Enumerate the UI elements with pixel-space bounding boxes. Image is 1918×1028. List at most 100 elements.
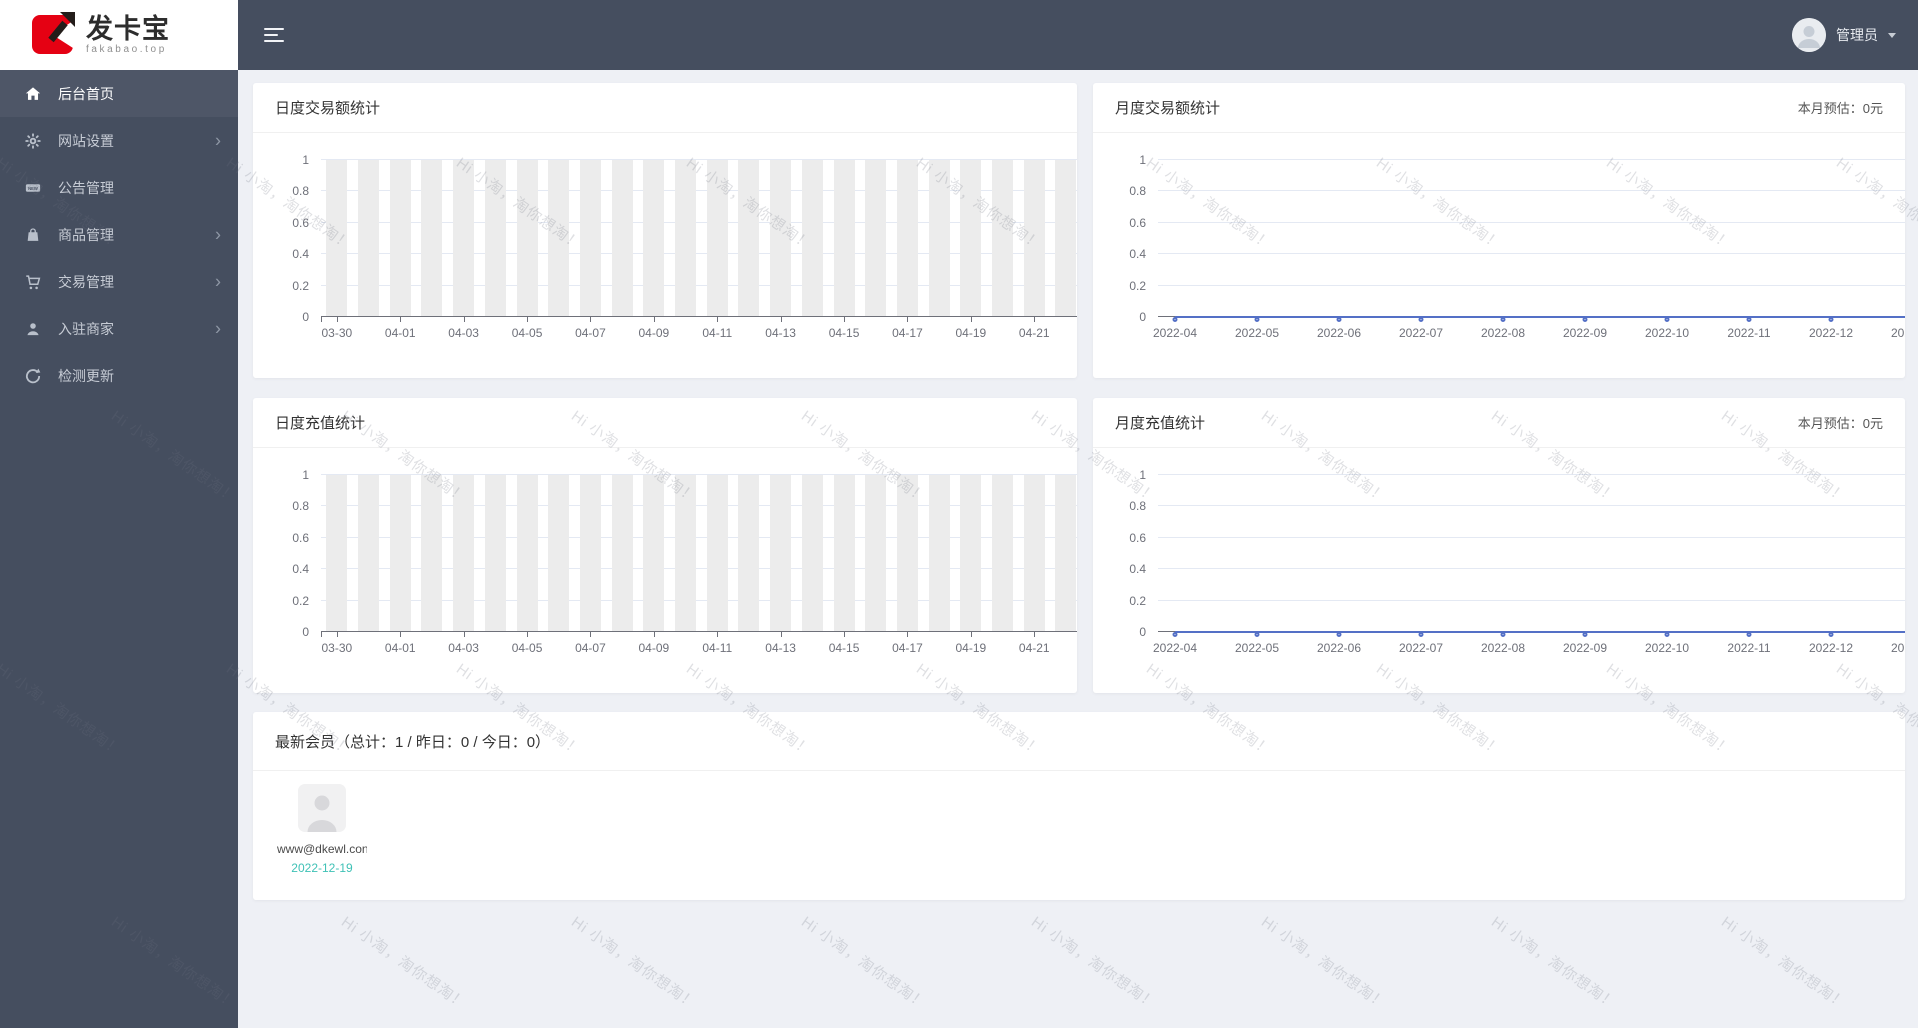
daily-transactions-chart: 0 0.2 0.4 0.6 0.8 1 03-30 04-01 04-03 04-05 04-07 0… — [253, 133, 1077, 378]
x-axis-label: 2023-01 — [1890, 641, 1905, 655]
x-axis-label: 2022-06 — [1316, 641, 1362, 655]
chevron-right-icon: › — [215, 270, 221, 291]
sidebar-item-5[interactable]: 交易管理 › — [0, 258, 238, 305]
bar — [801, 475, 823, 631]
y-axis-label: 1 — [1139, 153, 1146, 167]
cart-icon — [23, 272, 43, 292]
bar — [579, 475, 601, 631]
sidebar-item-label: 检测更新 — [58, 367, 114, 384]
x-axis-label: 04-17 — [892, 326, 923, 340]
sidebar-item-label: 网站设置 — [58, 132, 114, 149]
panel-title: 日度交易额统计 — [275, 100, 381, 117]
sidebar-item-4[interactable]: 商品管理 › — [0, 211, 238, 258]
sidebar-item-3[interactable]: NEW 公告管理 — [0, 164, 238, 211]
y-axis-label: 0.4 — [292, 247, 309, 262]
y-axis-label: 0.6 — [1129, 215, 1146, 230]
y-axis-label: 0.2 — [292, 278, 309, 293]
sidebar-item-2[interactable]: 网站设置 › — [0, 117, 238, 164]
x-axis-label: 04-01 — [384, 326, 416, 340]
x-axis-tick — [400, 632, 402, 637]
data-point-marker — [1254, 316, 1260, 322]
bar — [738, 475, 760, 631]
x-axis-label: 2022-07 — [1398, 641, 1444, 655]
gridline — [1158, 474, 1905, 475]
data-point-marker — [1172, 631, 1178, 637]
x-axis-line — [321, 316, 1077, 317]
bar — [675, 475, 697, 631]
chevron-right-icon: › — [215, 317, 221, 338]
sidebar-menu: 后台首页 网站设置 › NEW 公告管理 商品管理 › 交易管理 › 入驻商家 › 检测更新 — [0, 70, 238, 399]
x-axis-label: 04-07 — [575, 326, 606, 340]
update-refresh-icon — [23, 366, 43, 386]
x-axis-label: 2022-11 — [1727, 326, 1771, 340]
y-axis-label: 0.8 — [292, 499, 309, 514]
panel-title: 月度充值统计 — [1115, 415, 1206, 432]
x-axis-tick — [1034, 317, 1036, 322]
caret-down-icon — [1888, 32, 1896, 38]
x-axis-label: 2022-12 — [1808, 326, 1854, 340]
merchant-user-icon — [23, 319, 43, 339]
gridline — [1158, 284, 1905, 286]
x-axis-label: 2022-09 — [1562, 326, 1608, 340]
announcement-new-icon: NEW — [23, 178, 43, 198]
data-point-marker — [1582, 316, 1588, 322]
user-menu[interactable]: 管理员 — [1792, 18, 1896, 52]
x-axis-label: 04-09 — [638, 641, 670, 655]
sidebar-item-6[interactable]: 入驻商家 › — [0, 305, 238, 352]
data-point-marker — [1664, 316, 1670, 322]
x-axis-tick — [463, 317, 465, 322]
data-point-marker — [1254, 631, 1260, 637]
y-axis-label: 0.4 — [292, 562, 309, 577]
x-axis-tick — [907, 317, 909, 322]
data-point-marker — [1418, 631, 1424, 637]
y-axis-label: 0.6 — [292, 215, 309, 230]
x-axis-tick — [780, 632, 782, 637]
y-axis-label: 0 — [302, 625, 309, 639]
x-axis-label: 04-19 — [955, 641, 987, 655]
sidebar-item-label: 入驻商家 — [58, 320, 114, 337]
sidebar-item-label: 商品管理 — [58, 226, 114, 243]
bar — [643, 160, 665, 316]
bar — [801, 160, 823, 316]
y-axis-label: 1 — [302, 153, 309, 167]
x-axis-label: 04-01 — [384, 641, 416, 655]
menu-toggle-button[interactable] — [262, 20, 286, 50]
y-axis-label: 1 — [1139, 468, 1146, 482]
x-axis-label: 04-15 — [828, 326, 860, 340]
panel-monthly-transactions: 月度交易额统计 本月预估：0元 0 0.2 0.4 0.6 0.8 1 2022-04 202… — [1093, 83, 1905, 378]
y-axis-label: 0.8 — [1129, 184, 1146, 199]
daily-recharge-chart: 0 0.2 0.4 0.6 0.8 1 03-30 04-01 04-03 04-05 04-07 0… — [253, 448, 1077, 693]
data-point-marker — [1828, 631, 1834, 637]
x-axis-label: 2022-04 — [1152, 641, 1198, 655]
bar — [833, 475, 855, 631]
bar — [484, 475, 506, 631]
logo[interactable]: 发卡宝 fakabao.top — [0, 0, 238, 70]
gridline — [1158, 190, 1905, 192]
bar — [1055, 475, 1077, 631]
gear-icon — [23, 131, 43, 151]
monthly-estimate-label: 本月预估：0元 — [1797, 101, 1883, 116]
bar — [326, 160, 348, 316]
line-series — [1175, 316, 1905, 318]
sidebar-item-7[interactable]: 检测更新 — [0, 352, 238, 399]
bar — [865, 475, 887, 631]
bar — [421, 475, 443, 631]
x-axis-label: 2022-10 — [1644, 641, 1690, 655]
x-axis-tick — [527, 317, 529, 322]
y-axis-label: 0.4 — [1129, 562, 1146, 577]
sidebar-item-label: 后台首页 — [58, 85, 114, 102]
user-avatar — [1792, 18, 1826, 52]
plot-area: 0 0.2 0.4 0.6 0.8 1 03-30 04-01 04-03 04-05 04-07 0… — [292, 468, 1077, 655]
x-axis-label: 04-21 — [1018, 326, 1050, 340]
x-axis-label: 04-05 — [511, 326, 543, 340]
bar — [1055, 160, 1077, 316]
data-point-marker — [1500, 631, 1506, 637]
x-axis-tick — [1034, 632, 1036, 637]
y-axis-label: 0.2 — [292, 593, 309, 608]
x-axis-label: 2022-09 — [1562, 641, 1608, 655]
bar — [992, 475, 1014, 631]
bar — [960, 475, 982, 631]
monthly-transactions-chart: 0 0.2 0.4 0.6 0.8 1 2022-04 2022-05 2022-06 2022-… — [1093, 133, 1905, 378]
x-axis-tick — [970, 632, 972, 637]
sidebar-item-1[interactable]: 后台首页 — [0, 70, 238, 117]
